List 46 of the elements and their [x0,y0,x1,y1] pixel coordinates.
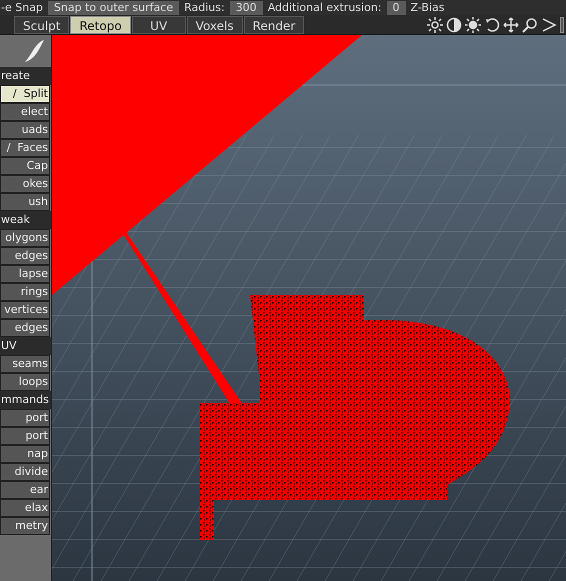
tool-button[interactable]: rings [0,283,50,301]
tab[interactable]: Sculpt [14,16,70,34]
zoom-icon[interactable] [522,17,538,33]
tool-button[interactable]: Cap [0,157,50,175]
tool-button[interactable]: port [0,409,50,427]
tool-button[interactable]: / Faces [0,139,50,157]
tab[interactable]: UV [132,16,186,34]
brush-stroke-icon [23,39,45,63]
light-icon[interactable] [465,17,481,33]
toolbar-field[interactable]: 0 [386,0,406,14]
tool-button[interactable]: edges [0,319,50,337]
tool-button[interactable]: port [0,427,50,445]
tool-button[interactable]: elax [0,499,50,517]
section-header: reate [0,67,51,85]
tool-button[interactable]: / Split [0,85,50,103]
contrast-icon[interactable] [446,17,462,33]
tool-button[interactable]: uads [0,121,50,139]
toolbar-label: Radius: [183,0,226,14]
toolbar-label: Additional extrusion: [266,0,382,14]
tab[interactable]: Render [244,16,304,34]
toolbar-label: Z-Bias [410,0,446,14]
tab[interactable]: Retopo [70,16,131,34]
tool-button[interactable]: elect [0,103,50,121]
tool-button[interactable]: edges [0,247,50,265]
panel-edge [560,17,564,33]
toolbar-label: -e Snap [0,0,44,14]
tool-button[interactable]: nap [0,445,50,463]
tool-button[interactable]: lapse [0,265,50,283]
move-icon[interactable] [503,17,519,33]
sun-icon[interactable] [427,17,443,33]
section-header: mmands [0,391,51,409]
tab[interactable]: Voxels [186,16,243,34]
section-header: UV [0,337,51,355]
toolbar-field[interactable]: Snap to outer surface [48,0,180,14]
rotate-icon[interactable] [484,17,500,33]
tool-button[interactable]: vertices [0,301,50,319]
toolbar-field[interactable]: 300 [230,0,263,14]
tool-button[interactable]: loops [0,373,50,391]
tool-button[interactable]: divide [0,463,50,481]
tool-button[interactable]: ush [0,193,50,211]
section-header: weak [0,211,51,229]
tool-button[interactable]: ear [0,481,50,499]
tool-button[interactable]: seams [0,355,50,373]
tool-button[interactable]: okes [0,175,50,193]
tool-button[interactable]: metry [0,517,50,535]
tool-button[interactable]: olygons [0,229,50,247]
